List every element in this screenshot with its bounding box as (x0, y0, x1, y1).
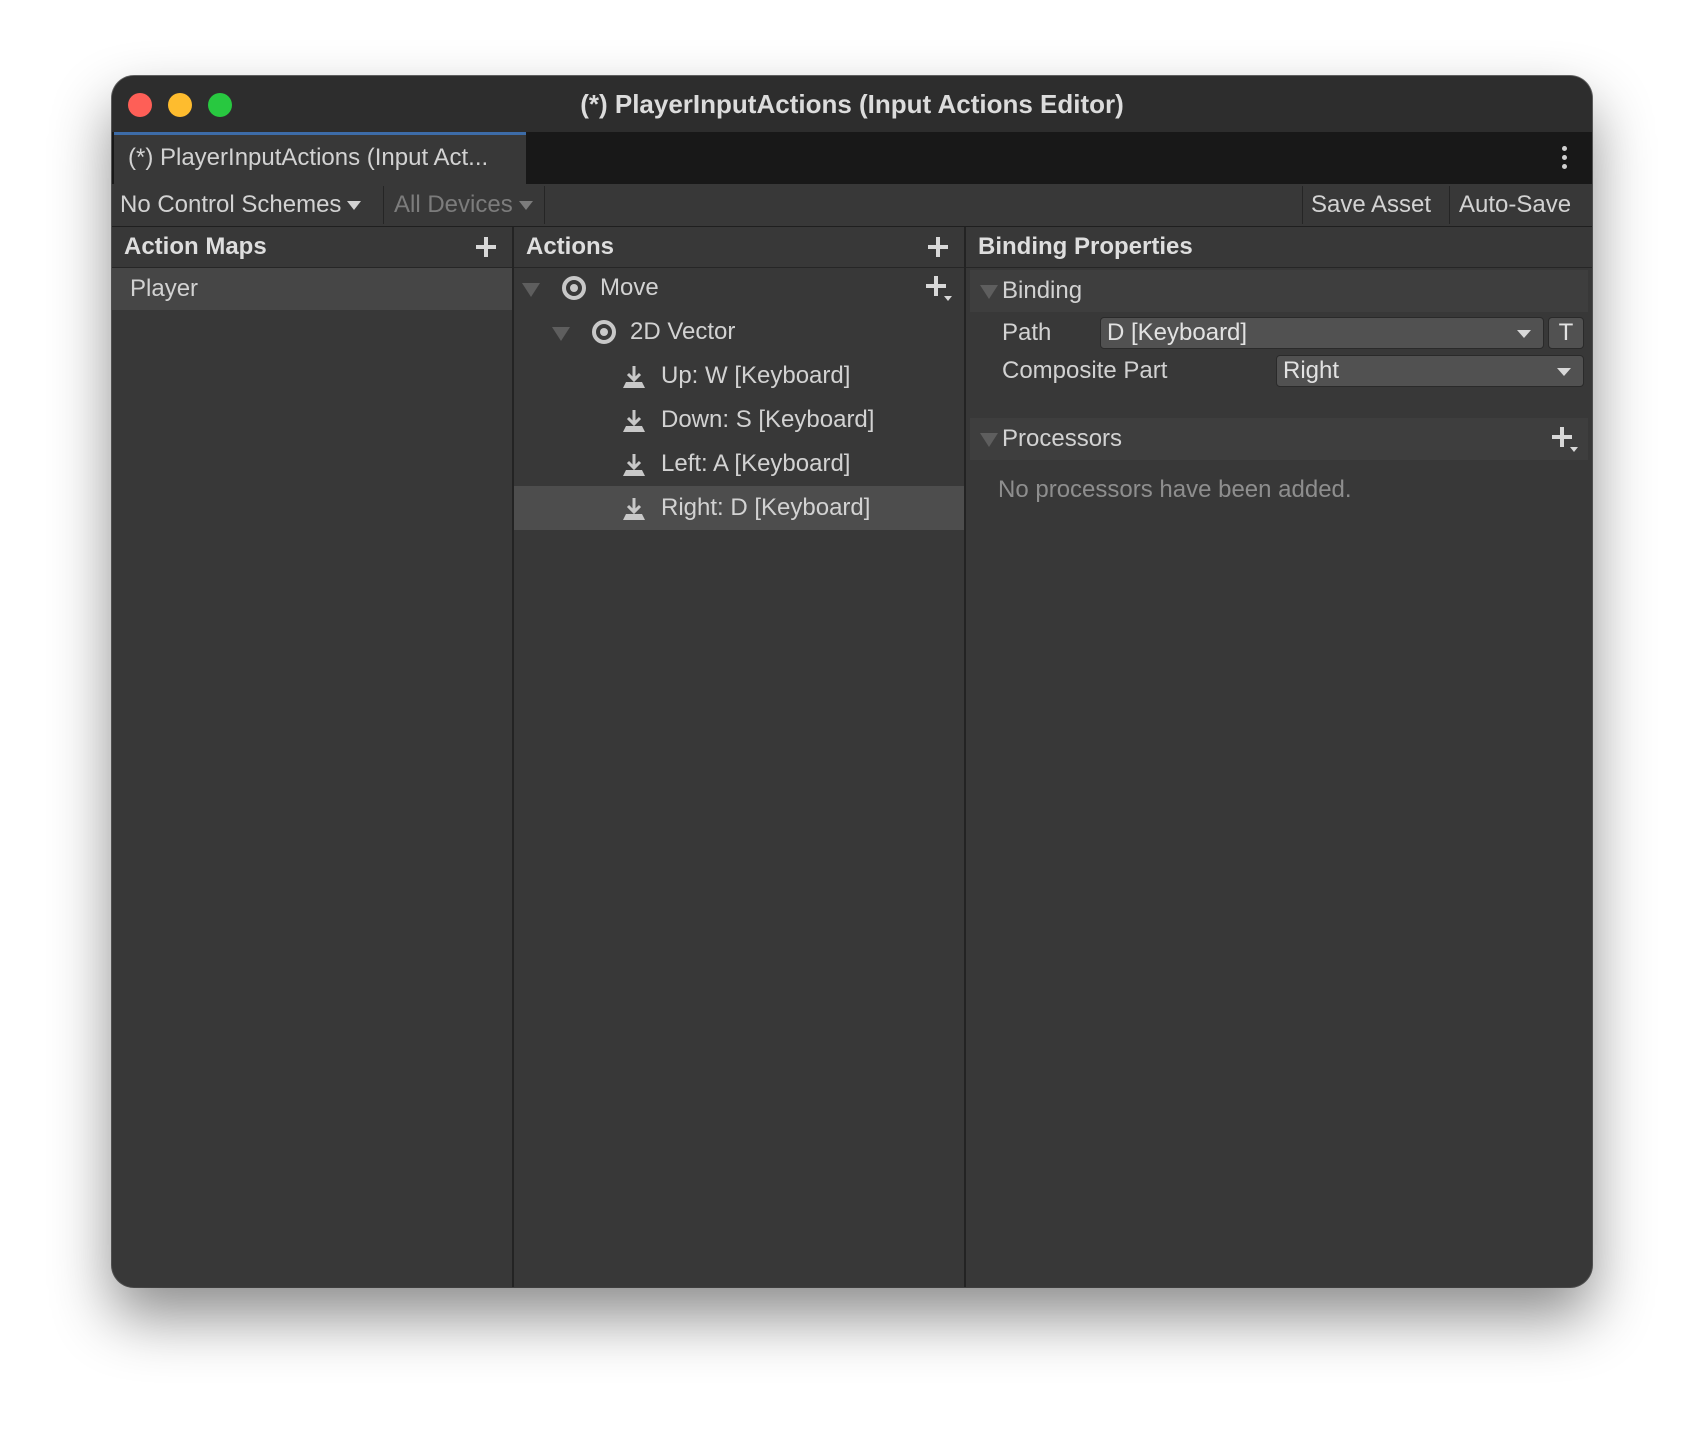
add-action-icon[interactable] (928, 237, 948, 257)
control-schemes-dropdown[interactable]: No Control Schemes (120, 184, 362, 226)
binding-icon (623, 498, 645, 520)
tree-row-binding-down[interactable]: Down: S [Keyboard] (514, 398, 964, 442)
toolbar-divider (1449, 186, 1450, 224)
path-label: Path (1002, 319, 1052, 346)
tree-row-binding-up[interactable]: Up: W [Keyboard] (514, 354, 964, 398)
processors-section-header[interactable]: Processors (970, 418, 1588, 460)
add-binding-icon[interactable] (926, 276, 952, 301)
more-options-icon[interactable] (1562, 146, 1568, 173)
tree-row-label: Down: S [Keyboard] (661, 406, 875, 433)
save-asset-button[interactable]: Save Asset (1311, 184, 1431, 226)
path-row: Path D [Keyboard] T (966, 314, 1592, 352)
tree-row-label: Move (600, 274, 659, 301)
tree-row-label: Up: W [Keyboard] (661, 362, 851, 389)
binding-properties-header: Binding Properties (966, 227, 1592, 268)
binding-properties-title: Binding Properties (978, 233, 1193, 260)
composite-part-label: Composite Part (1002, 357, 1168, 384)
composite-part-value: Right (1283, 357, 1340, 384)
action-maps-title: Action Maps (124, 233, 267, 260)
composite-part-dropdown[interactable]: Right (1276, 355, 1584, 387)
binding-icon (623, 366, 645, 388)
toolbar-divider (383, 186, 384, 224)
toolbar-divider (544, 186, 545, 224)
chevron-down-icon (518, 201, 533, 211)
binding-icon (623, 410, 645, 432)
tree-row-label: Left: A [Keyboard] (661, 450, 851, 477)
binding-section-header[interactable]: Binding (970, 270, 1588, 312)
input-actions-editor-window: (*) PlayerInputActions (Input Actions Ed… (112, 76, 1592, 1287)
tree-row-action-move[interactable]: Move (514, 266, 964, 310)
path-value: D [Keyboard] (1107, 319, 1248, 346)
action-maps-header: Action Maps (112, 227, 512, 268)
devices-dropdown[interactable]: All Devices (394, 184, 533, 226)
action-icon (562, 276, 586, 300)
expand-triangle-icon[interactable] (522, 283, 540, 297)
actions-header: Actions (514, 227, 964, 268)
action-maps-panel: Action Maps Player (112, 227, 514, 1287)
tree-row-binding-left[interactable]: Left: A [Keyboard] (514, 442, 964, 486)
expand-triangle-icon[interactable] (980, 433, 998, 447)
control-schemes-label: No Control Schemes (120, 191, 342, 218)
window-title: (*) PlayerInputActions (Input Actions Ed… (580, 89, 1124, 119)
tree-row-binding-right[interactable]: Right: D [Keyboard] (514, 486, 964, 530)
composite-part-row: Composite Part Right (966, 352, 1592, 390)
text-mode-button[interactable]: T (1548, 317, 1584, 349)
chevron-down-icon (1517, 330, 1531, 338)
processors-empty-message: No processors have been added. (998, 476, 1352, 503)
action-map-item-player[interactable]: Player (112, 268, 512, 310)
expand-triangle-icon[interactable] (552, 327, 570, 341)
tab-bar: (*) PlayerInputActions (Input Act... (112, 132, 1592, 184)
minimize-window-button[interactable] (168, 93, 192, 117)
chevron-down-icon (1557, 368, 1571, 376)
tree-row-composite-2d-vector[interactable]: 2D Vector (514, 310, 964, 354)
toolbar: No Control Schemes All Devices Save Asse… (112, 184, 1592, 227)
zoom-window-button[interactable] (208, 93, 232, 117)
tree-row-label: Right: D [Keyboard] (661, 494, 871, 521)
expand-triangle-icon[interactable] (980, 285, 998, 299)
chevron-down-icon (347, 201, 362, 211)
toolbar-divider (1302, 186, 1303, 224)
auto-save-toggle[interactable]: Auto-Save (1459, 184, 1571, 226)
devices-label: All Devices (394, 191, 513, 218)
tree-row-label: 2D Vector (630, 318, 736, 345)
binding-section-label: Binding (1002, 277, 1083, 304)
add-processor-icon[interactable] (1552, 427, 1578, 452)
composite-icon (592, 320, 616, 344)
actions-panel: Actions Move 2D Vector Up: W [Keyboard] (514, 227, 966, 1287)
title-bar: (*) PlayerInputActions (Input Actions Ed… (112, 76, 1592, 132)
processors-section-label: Processors (1002, 425, 1123, 452)
actions-title: Actions (526, 233, 615, 260)
tab-player-input-actions[interactable]: (*) PlayerInputActions (Input Act... (114, 132, 526, 184)
binding-icon (623, 454, 645, 476)
add-action-map-icon[interactable] (476, 237, 496, 257)
binding-properties-panel: Binding Properties Binding Path D [Keybo… (966, 227, 1592, 1287)
close-window-button[interactable] (128, 93, 152, 117)
path-dropdown[interactable]: D [Keyboard] (1100, 317, 1544, 349)
